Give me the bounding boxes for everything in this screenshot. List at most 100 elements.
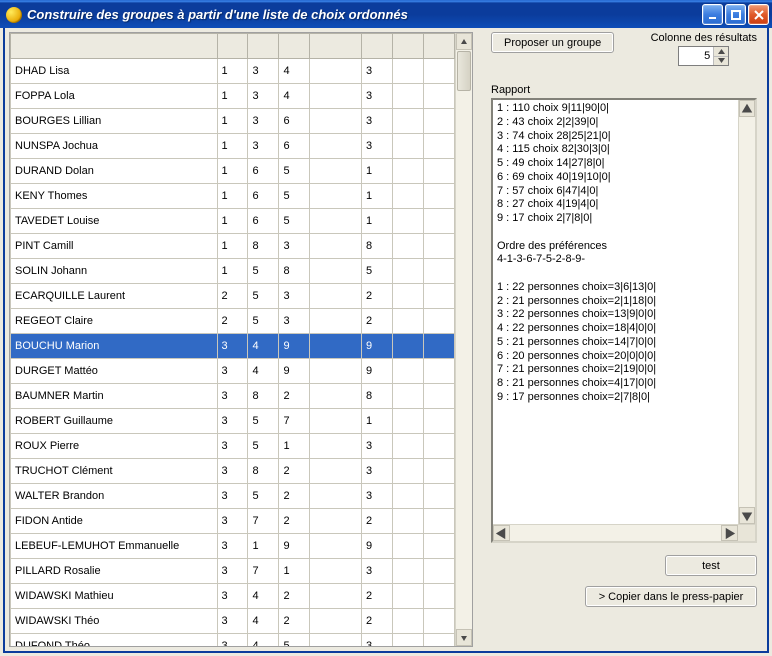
value-cell[interactable]: 1	[217, 259, 248, 284]
value-cell[interactable]	[393, 284, 424, 309]
value-cell[interactable]: 1	[217, 209, 248, 234]
grid-header[interactable]	[423, 34, 454, 59]
value-cell[interactable]	[310, 134, 362, 159]
grid-header[interactable]	[248, 34, 279, 59]
value-cell[interactable]	[393, 109, 424, 134]
value-cell[interactable]	[423, 259, 454, 284]
value-cell[interactable]: 5	[248, 434, 279, 459]
value-cell[interactable]	[423, 109, 454, 134]
table-row[interactable]: WIDAWSKI Mathieu3422	[11, 584, 455, 609]
name-cell[interactable]: WALTER Brandon	[11, 484, 218, 509]
value-cell[interactable]: 8	[248, 384, 279, 409]
value-cell[interactable]: 4	[248, 584, 279, 609]
copy-clipboard-button[interactable]: > Copier dans le press-papier	[585, 586, 757, 607]
table-row[interactable]: DURGET Mattéo3499	[11, 359, 455, 384]
value-cell[interactable]: 7	[279, 409, 310, 434]
value-cell[interactable]	[310, 284, 362, 309]
value-cell[interactable]	[393, 484, 424, 509]
table-row[interactable]: PINT Camill1838	[11, 234, 455, 259]
table-row[interactable]: KENY Thomes1651	[11, 184, 455, 209]
value-cell[interactable]	[423, 309, 454, 334]
value-cell[interactable]: 5	[279, 184, 310, 209]
value-cell[interactable]: 6	[248, 159, 279, 184]
value-cell[interactable]: 8	[248, 234, 279, 259]
table-row[interactable]: ROUX Pierre3513	[11, 434, 455, 459]
value-cell[interactable]: 3	[217, 484, 248, 509]
value-cell[interactable]	[423, 584, 454, 609]
value-cell[interactable]: 4	[248, 359, 279, 384]
value-cell[interactable]	[423, 234, 454, 259]
value-cell[interactable]	[423, 559, 454, 584]
value-cell[interactable]	[393, 309, 424, 334]
value-cell[interactable]	[393, 584, 424, 609]
value-cell[interactable]	[393, 159, 424, 184]
grid-header[interactable]	[11, 34, 218, 59]
value-cell[interactable]: 1	[362, 184, 393, 209]
value-cell[interactable]: 4	[248, 609, 279, 634]
value-cell[interactable]	[393, 59, 424, 84]
name-cell[interactable]: BAUMNER Martin	[11, 384, 218, 409]
name-cell[interactable]: PINT Camill	[11, 234, 218, 259]
value-cell[interactable]: 2	[362, 609, 393, 634]
value-cell[interactable]: 6	[248, 209, 279, 234]
name-cell[interactable]: DURAND Dolan	[11, 159, 218, 184]
value-cell[interactable]	[310, 559, 362, 584]
value-cell[interactable]: 3	[217, 509, 248, 534]
value-cell[interactable]: 8	[362, 384, 393, 409]
value-cell[interactable]: 9	[279, 334, 310, 359]
value-cell[interactable]: 1	[279, 559, 310, 584]
name-cell[interactable]: PILLARD Rosalie	[11, 559, 218, 584]
value-cell[interactable]: 1	[362, 159, 393, 184]
propose-group-button[interactable]: Proposer un groupe	[491, 32, 614, 53]
value-cell[interactable]	[423, 184, 454, 209]
table-row[interactable]: ECARQUILLE Laurent2532	[11, 284, 455, 309]
table-row[interactable]: WALTER Brandon3523	[11, 484, 455, 509]
value-cell[interactable]: 3	[362, 109, 393, 134]
value-cell[interactable]: 5	[248, 409, 279, 434]
value-cell[interactable]	[423, 634, 454, 647]
value-cell[interactable]: 5	[279, 634, 310, 647]
value-cell[interactable]	[393, 359, 424, 384]
name-cell[interactable]: FOPPA Lola	[11, 84, 218, 109]
value-cell[interactable]: 2	[362, 309, 393, 334]
value-cell[interactable]	[310, 109, 362, 134]
value-cell[interactable]	[423, 334, 454, 359]
name-cell[interactable]: ROUX Pierre	[11, 434, 218, 459]
name-cell[interactable]: DHAD Lisa	[11, 59, 218, 84]
value-cell[interactable]	[310, 184, 362, 209]
value-cell[interactable]: 2	[362, 509, 393, 534]
spinner-up-button[interactable]	[714, 47, 728, 57]
value-cell[interactable]: 2	[279, 484, 310, 509]
table-row[interactable]: PILLARD Rosalie3713	[11, 559, 455, 584]
value-cell[interactable]	[393, 384, 424, 409]
value-cell[interactable]: 3	[362, 484, 393, 509]
value-cell[interactable]	[310, 584, 362, 609]
table-row[interactable]: NUNSPA Jochua1363	[11, 134, 455, 159]
value-cell[interactable]: 3	[248, 134, 279, 159]
value-cell[interactable]: 1	[217, 159, 248, 184]
table-row[interactable]: FIDON Antide3722	[11, 509, 455, 534]
name-cell[interactable]: NUNSPA Jochua	[11, 134, 218, 159]
value-cell[interactable]	[393, 334, 424, 359]
value-cell[interactable]: 5	[362, 259, 393, 284]
table-row[interactable]: REGEOT Claire2532	[11, 309, 455, 334]
value-cell[interactable]: 2	[279, 609, 310, 634]
value-cell[interactable]	[393, 209, 424, 234]
value-cell[interactable]	[423, 134, 454, 159]
name-cell[interactable]: DURGET Mattéo	[11, 359, 218, 384]
table-row[interactable]: SOLIN Johann1585	[11, 259, 455, 284]
value-cell[interactable]	[393, 184, 424, 209]
scroll-left-button[interactable]	[493, 525, 510, 541]
value-cell[interactable]: 8	[279, 259, 310, 284]
value-cell[interactable]	[393, 634, 424, 647]
value-cell[interactable]: 2	[279, 509, 310, 534]
scroll-thumb[interactable]	[457, 51, 471, 91]
value-cell[interactable]: 6	[279, 134, 310, 159]
value-cell[interactable]: 9	[362, 334, 393, 359]
value-cell[interactable]: 4	[248, 634, 279, 647]
value-cell[interactable]	[310, 409, 362, 434]
value-cell[interactable]	[310, 234, 362, 259]
value-cell[interactable]: 9	[362, 534, 393, 559]
value-cell[interactable]	[423, 284, 454, 309]
value-cell[interactable]: 1	[279, 434, 310, 459]
